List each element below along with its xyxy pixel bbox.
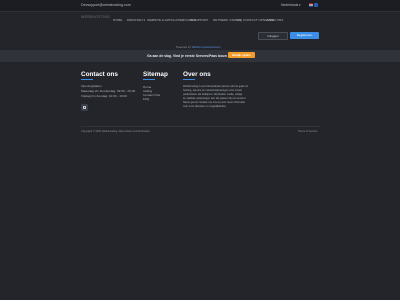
chevron-down-icon[interactable]: ▾ xyxy=(299,3,301,7)
about-line: over onze diensten en mogelijkheden. xyxy=(183,105,227,108)
support-email-link[interactable]: Devsupport@webshosting.com xyxy=(81,3,131,7)
terms-link[interactable]: Terms of Service xyxy=(298,130,317,133)
contact-line: Openingstijden xyxy=(81,84,102,88)
hero-section xyxy=(0,27,400,47)
about-line: hosting, servers en netwerkoplossingen v… xyxy=(183,89,242,92)
powered-by-prefix: Powered by xyxy=(176,45,191,49)
nav-item-it-support[interactable]: IT SUPPORT xyxy=(190,18,208,22)
nav-item-website-bouwen[interactable]: WEBSITE & APPLICATIEBOUWEN xyxy=(147,18,196,22)
flag-en-icon[interactable] xyxy=(314,3,318,7)
sitemap-link-faq[interactable]: FAQ xyxy=(143,97,149,101)
about-title: Over ons xyxy=(183,71,211,78)
login-button[interactable]: Inloggen xyxy=(258,32,288,40)
about-line: particulieren als bedrijven. Wij bieden … xyxy=(183,93,243,96)
contact-line: Vrijdag t/m Zondag: 10:00 - 16:00 xyxy=(81,94,127,98)
nav-item-diensten[interactable]: DIENSTEN ▾ xyxy=(127,18,145,22)
nav-item-faq[interactable]: FAQ xyxy=(236,18,242,22)
contact-title: Contact ons xyxy=(81,71,118,78)
powered-by-text: Powered by WHMCompleteSolution xyxy=(176,45,221,49)
cta-text: Ga aan de slag. Vind je eerste Servers/P… xyxy=(147,54,236,58)
language-selector[interactable]: Nederlands xyxy=(281,3,298,7)
about-line: en stabiele oplossingen aan die passen b… xyxy=(183,97,247,100)
flag-nl-icon[interactable] xyxy=(309,3,313,7)
footer-divider xyxy=(81,126,320,127)
contact-underline xyxy=(81,79,93,80)
register-button[interactable]: Registreren xyxy=(290,32,319,39)
copyright-text: Copyright © 2024 WebsHosting. Alle recht… xyxy=(81,130,151,133)
cta-button[interactable]: Bekijk opties xyxy=(228,52,255,58)
contact-line: Maandag t/m Donderdag: 09:00 - 20:00 xyxy=(81,89,136,93)
sitemap-underline xyxy=(143,79,155,80)
powered-by-link[interactable]: WHMCompleteSolution xyxy=(192,45,221,49)
site-logo[interactable]: WEBSHOSTING xyxy=(81,15,110,19)
top-bar: Devsupport@webshosting.com Nederlands ▾ xyxy=(0,0,400,12)
nav-item-home[interactable]: HOME xyxy=(113,18,122,22)
sitemap-title: Sitemap xyxy=(143,71,168,78)
about-underline xyxy=(183,79,195,80)
about-line: Webshosting is een betrouwbaar partner a… xyxy=(183,85,249,88)
about-line: Neem gerust contact met ons op voor meer… xyxy=(183,101,245,104)
nav-item-over-ons[interactable]: OVER ONS xyxy=(267,18,283,22)
instagram-icon xyxy=(83,106,86,109)
